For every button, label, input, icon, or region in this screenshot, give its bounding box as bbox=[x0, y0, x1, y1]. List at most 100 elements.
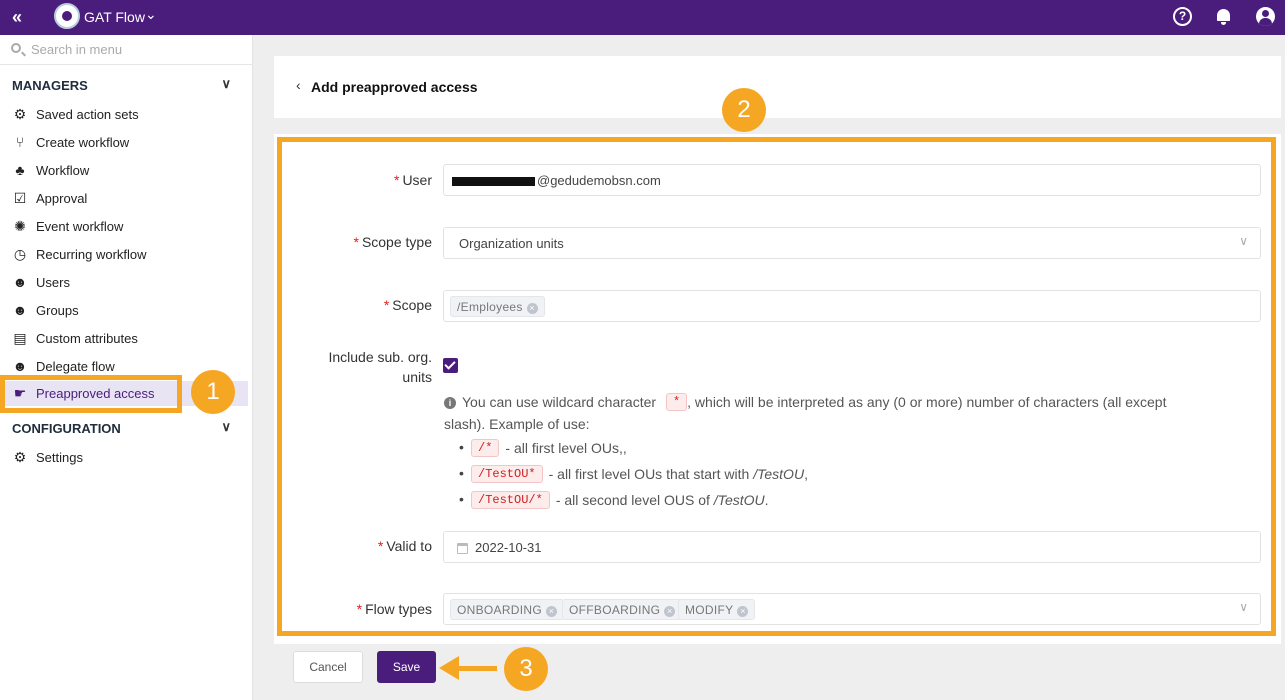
include-sub-label-line2: units bbox=[402, 369, 432, 385]
sidebar-item-label: Settings bbox=[36, 450, 83, 465]
cancel-button[interactable]: Cancel bbox=[293, 651, 363, 683]
sidebar-item-groups[interactable]: ☻ Groups bbox=[12, 298, 252, 322]
branch-icon: ⑂ bbox=[15, 134, 25, 150]
chevron-down-icon[interactable]: ⌄ bbox=[145, 6, 157, 23]
valid-to-date-picker[interactable]: 2022-10-31 bbox=[443, 531, 1261, 563]
bell-icon[interactable] bbox=[1214, 7, 1233, 26]
sidebar-item-label: Recurring workflow bbox=[36, 247, 147, 262]
flow-type-tag: OFFBOARDING × bbox=[562, 599, 683, 620]
user-field[interactable]: @gedudemobsn.com bbox=[443, 164, 1261, 196]
sidebar-item-saved-action-sets[interactable]: ⚙ Saved action sets bbox=[12, 102, 252, 126]
sidebar: MANAGERS ∨ ⚙ Saved action sets ⑂ Create … bbox=[0, 35, 253, 700]
example-italic: /TestOU bbox=[713, 492, 765, 508]
user-icon[interactable] bbox=[1256, 7, 1275, 26]
include-sub-label-line1: Include sub. org. bbox=[328, 349, 432, 365]
sidebar-item-approval[interactable]: ☑ Approval bbox=[12, 186, 252, 210]
users-icon: ☻ bbox=[12, 302, 28, 318]
example-suffix: , bbox=[804, 466, 808, 482]
sidebar-item-label: Create workflow bbox=[36, 135, 130, 150]
close-icon[interactable]: × bbox=[526, 303, 538, 314]
scope-type-label-text: Scope type bbox=[361, 234, 432, 250]
sidebar-item-custom-attributes[interactable]: ▤ Custom attributes bbox=[12, 326, 252, 350]
collapse-sidebar-icon[interactable]: « bbox=[12, 8, 22, 26]
hint-code: * bbox=[665, 393, 688, 411]
user-question-icon: ☻ bbox=[12, 358, 28, 374]
example-text: - all second level OUS of bbox=[555, 492, 710, 508]
section-managers-label: MANAGERS bbox=[12, 78, 88, 93]
annotation-arrow-head bbox=[439, 656, 459, 680]
scope-label-text: Scope bbox=[392, 297, 432, 313]
include-sub-checkbox[interactable] bbox=[443, 358, 458, 373]
save-button[interactable]: Save bbox=[377, 651, 436, 683]
scope-tag: /Employees × bbox=[450, 296, 545, 317]
section-configuration-label: CONFIGURATION bbox=[12, 421, 121, 436]
required-mark: * bbox=[353, 234, 359, 250]
user-search-icon: ☻ bbox=[12, 274, 28, 290]
valid-to-label: * Valid to bbox=[277, 538, 432, 554]
app-title[interactable]: GAT Flow bbox=[84, 9, 145, 25]
sidebar-item-label: Groups bbox=[36, 303, 79, 318]
sidebar-item-settings[interactable]: ⚙ Settings bbox=[12, 445, 252, 469]
annotation-badge-2: 2 bbox=[722, 88, 766, 132]
page-header: ‹ Add preapproved access bbox=[274, 56, 1281, 118]
hint-text-3: slash). Example of use: bbox=[444, 416, 590, 432]
hand-icon: ☛ bbox=[13, 385, 27, 401]
sidebar-item-label: Custom attributes bbox=[36, 331, 138, 346]
sidebar-item-create-workflow[interactable]: ⑂ Create workflow bbox=[12, 130, 252, 154]
required-mark: * bbox=[377, 538, 384, 554]
sidebar-item-label: Event workflow bbox=[36, 219, 124, 234]
flow-type-tag: ONBOARDING × bbox=[450, 599, 565, 620]
required-mark: * bbox=[393, 172, 400, 188]
hint-example: /TestOU* - all first level OUs that start… bbox=[459, 465, 808, 483]
sidebar-item-workflow[interactable]: ♣ Workflow bbox=[12, 158, 252, 182]
gear-icon: ⚙ bbox=[13, 449, 27, 465]
wildcard-hint: i You can use wildcard character *, which… bbox=[444, 393, 1166, 411]
scope-type-select[interactable]: Organization units ∨ bbox=[443, 227, 1261, 259]
info-icon: i bbox=[444, 397, 456, 409]
sidebar-item-users[interactable]: ☻ Users bbox=[12, 270, 252, 294]
hint-example: /TestOU/* - all second level OUS of /Test… bbox=[459, 491, 769, 509]
flow-types-select[interactable]: ONBOARDING × OFFBOARDING × MODIFY × ∨ bbox=[443, 593, 1261, 625]
sidebar-item-label: Users bbox=[36, 275, 70, 290]
scope-field[interactable]: /Employees × bbox=[443, 290, 1261, 322]
close-icon[interactable]: × bbox=[737, 606, 749, 617]
user-label: * User bbox=[277, 172, 432, 188]
search-input[interactable] bbox=[31, 42, 241, 57]
sitemap-icon: ♣ bbox=[15, 162, 25, 178]
calendar-icon bbox=[457, 543, 468, 554]
back-icon[interactable]: ‹ bbox=[296, 77, 301, 93]
help-icon[interactable]: ? bbox=[1173, 7, 1192, 26]
example-code: /* bbox=[471, 439, 500, 457]
example-code: /TestOU/* bbox=[471, 491, 550, 509]
chevron-down-icon[interactable]: ∨ bbox=[221, 419, 231, 435]
flow-type-tag-label: OFFBOARDING bbox=[569, 603, 661, 617]
example-code: /TestOU* bbox=[471, 465, 543, 483]
gears-icon: ⚙ bbox=[13, 106, 27, 122]
sidebar-item-recurring-workflow[interactable]: ◷ Recurring workflow bbox=[12, 242, 252, 266]
close-icon[interactable]: × bbox=[664, 606, 676, 617]
hint-text-1: You can use wildcard character bbox=[462, 394, 657, 410]
example-italic: /TestOU bbox=[753, 466, 805, 482]
siren-icon: ✺ bbox=[14, 218, 26, 234]
app-logo bbox=[54, 3, 80, 29]
include-sub-label-2: units bbox=[277, 369, 432, 385]
close-icon[interactable]: × bbox=[546, 606, 558, 617]
scope-type-value: Organization units bbox=[459, 236, 564, 251]
sidebar-item-label: Workflow bbox=[36, 163, 90, 178]
user-value: @gedudemobsn.com bbox=[537, 173, 661, 188]
section-configuration[interactable]: CONFIGURATION ∨ bbox=[12, 419, 237, 436]
scope-type-label: * Scope type bbox=[277, 234, 432, 250]
sidebar-item-label: Approval bbox=[36, 191, 88, 206]
section-managers[interactable]: MANAGERS ∨ bbox=[12, 76, 237, 93]
annotation-badge-3: 3 bbox=[504, 647, 548, 691]
sidebar-item-label: Preapproved access bbox=[36, 386, 155, 401]
sidebar-item-event-workflow[interactable]: ✺ Event workflow bbox=[12, 214, 252, 238]
chevron-down-icon[interactable]: ∨ bbox=[221, 76, 231, 92]
hint-example: /* - all first level OUs,, bbox=[459, 439, 627, 457]
chevron-down-icon[interactable]: ∨ bbox=[1239, 234, 1248, 248]
redaction-bar bbox=[452, 177, 535, 186]
user-label-text: User bbox=[402, 172, 432, 188]
flow-types-label: * Flow types bbox=[277, 601, 432, 617]
chevron-down-icon[interactable]: ∨ bbox=[1239, 600, 1248, 614]
search-icon bbox=[11, 43, 21, 53]
